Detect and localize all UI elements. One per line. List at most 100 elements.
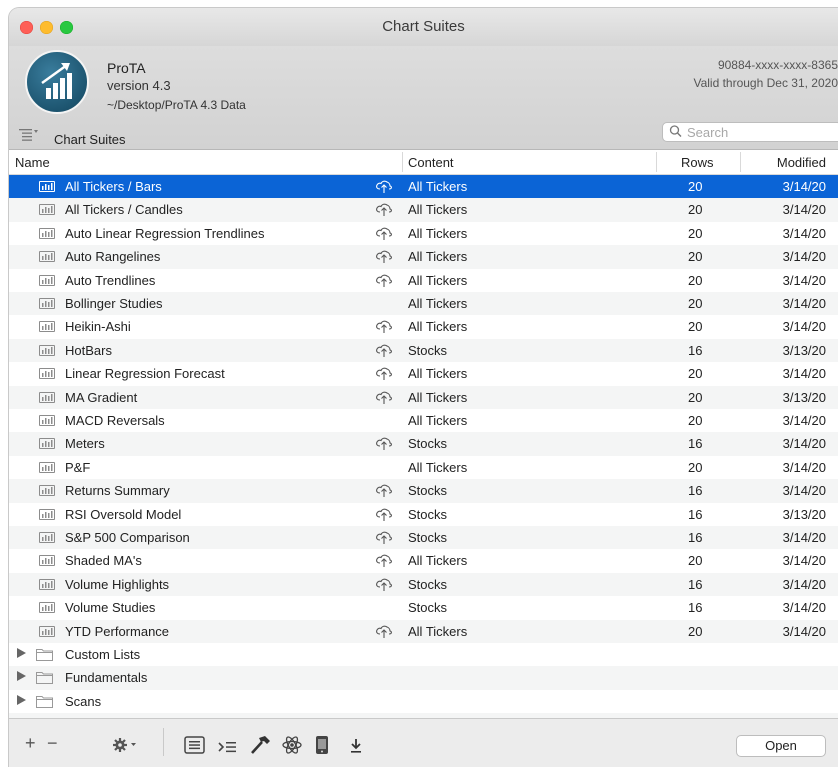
chart-icon (39, 204, 55, 216)
header-panel: ProTA version 4.3 ~/Desktop/ProTA 4.3 Da… (9, 46, 838, 150)
table-row[interactable]: Bollinger Studies All Tickers 20 3/14/20 (9, 292, 838, 316)
folder-name: Scans (65, 693, 102, 709)
table-row[interactable]: MA Gradient All Tickers 20 3/13/20 (9, 385, 838, 409)
chart-icon (39, 485, 55, 497)
table-row[interactable]: Returns Summary Stocks 16 3/14/20 (9, 479, 838, 503)
chart-icon (39, 602, 55, 614)
cloud-upload-icon[interactable] (375, 389, 393, 405)
cloud-upload-icon[interactable] (375, 576, 393, 592)
table-row[interactable]: Volume Studies Stocks 16 3/14/20 (9, 596, 838, 619)
suite-content: All Tickers (408, 553, 468, 569)
chart-icon (39, 251, 55, 263)
remove-button[interactable]: − (47, 733, 58, 754)
column-divider[interactable] (740, 152, 741, 172)
hammer-icon[interactable] (249, 735, 271, 760)
suite-modified: 3/14/20 (782, 553, 826, 569)
table-row[interactable]: P&F All Tickers 20 3/14/20 (9, 456, 838, 479)
cloud-upload-icon[interactable] (375, 506, 393, 522)
suite-content: Stocks (408, 576, 448, 592)
table-row[interactable]: All Tickers / Bars All Tickers 20 3/14/20 (9, 175, 838, 199)
cloud-upload-icon[interactable] (375, 342, 393, 358)
suite-name: Bollinger Studies (65, 296, 163, 311)
table-row[interactable]: MACD Reversals All Tickers 20 3/14/20 (9, 409, 838, 432)
list-icon[interactable] (184, 736, 206, 759)
cloud-upload-icon[interactable] (375, 552, 393, 568)
column-header-rows[interactable]: Rows (681, 155, 714, 170)
table-row[interactable]: All Tickers / Candles All Tickers 20 3/14/2… (9, 198, 838, 222)
table-row[interactable]: S&P 500 Comparison Stocks 16 3/14/20 (9, 526, 838, 550)
cloud-upload-icon[interactable] (375, 623, 393, 639)
cloud-upload-icon[interactable] (375, 272, 393, 288)
disclosure-triangle-icon[interactable] (17, 671, 26, 684)
indent-icon[interactable] (218, 738, 238, 759)
gear-icon[interactable] (112, 737, 138, 758)
table-row[interactable]: Volume Highlights Stocks 16 3/14/20 (9, 572, 838, 597)
disclosure-triangle-icon[interactable] (17, 694, 26, 708)
suite-rows: 20 (688, 413, 703, 428)
folder-row[interactable]: Custom Lists (9, 643, 838, 666)
search-input[interactable] (687, 124, 827, 140)
cloud-upload-icon[interactable] (375, 529, 393, 545)
suite-modified: 3/13/20 (782, 342, 826, 358)
download-icon[interactable] (349, 737, 363, 760)
suite-content: All Tickers (408, 202, 468, 218)
suite-modified: 3/14/20 (782, 623, 826, 639)
suites-table: Name Content Rows Modified All Tickers /… (9, 150, 838, 737)
table-row[interactable]: Meters Stocks 16 3/14/20 (9, 432, 838, 456)
suite-modified: 3/14/20 (782, 413, 826, 428)
list-menu-icon[interactable] (19, 128, 41, 142)
table-row[interactable]: YTD Performance All Tickers 20 3/14/20 (9, 619, 838, 643)
title-bar[interactable]: Chart Suites (9, 8, 838, 46)
table-row[interactable]: RSI Oversold Model Stocks 16 3/13/20 (9, 503, 838, 526)
suite-rows: 20 (688, 553, 703, 569)
column-divider[interactable] (656, 152, 657, 172)
suite-modified: 3/14/20 (782, 600, 826, 616)
column-header-name[interactable]: Name (15, 155, 50, 170)
table-row[interactable]: Auto Linear Regression Trendlines All Tic… (9, 222, 838, 245)
folder-icon (36, 695, 53, 708)
folder-row[interactable]: Scans (9, 690, 838, 713)
table-row[interactable]: Shaded MA's All Tickers 20 3/14/20 (9, 549, 838, 572)
cloud-upload-icon[interactable] (375, 435, 393, 451)
cloud-upload-icon[interactable] (375, 365, 393, 381)
suite-content: Stocks (408, 600, 448, 616)
data-path: ~/Desktop/ProTA 4.3 Data (107, 98, 246, 112)
disclosure-triangle-icon[interactable] (17, 648, 26, 661)
cloud-upload-icon[interactable] (375, 201, 393, 217)
cloud-upload-icon[interactable] (375, 178, 393, 194)
suite-modified: 3/14/20 (782, 319, 826, 335)
folder-name: Fundamentals (65, 670, 148, 686)
suite-name: Returns Summary (65, 483, 170, 499)
cloud-upload-icon[interactable] (375, 248, 393, 264)
suite-name: Volume Studies (65, 600, 156, 616)
table-row[interactable]: HotBars Stocks 16 3/13/20 (9, 338, 838, 363)
chart-icon (39, 578, 55, 590)
open-button[interactable]: Open (736, 735, 826, 757)
chart-icon (39, 274, 55, 286)
table-row[interactable]: Auto Trendlines All Tickers 20 3/14/20 (9, 269, 838, 292)
atom-icon[interactable] (281, 735, 303, 760)
suite-modified: 3/14/20 (782, 296, 826, 311)
cloud-upload-icon[interactable] (375, 318, 393, 334)
table-row[interactable]: Linear Regression Forecast All Tickers 20 3… (9, 362, 838, 385)
table-row[interactable]: Heikin-Ashi All Tickers 20 3/14/20 (9, 315, 838, 338)
suite-rows: 20 (688, 623, 703, 639)
cloud-upload-icon[interactable] (375, 225, 393, 241)
suite-rows: 20 (688, 319, 703, 335)
add-button[interactable]: + (25, 733, 36, 754)
cloud-upload-icon[interactable] (375, 482, 393, 498)
folder-icon (36, 648, 53, 661)
column-header-content[interactable]: Content (408, 155, 454, 170)
phone-icon[interactable] (314, 735, 330, 760)
folder-row[interactable]: Fundamentals (9, 666, 838, 690)
column-divider[interactable] (402, 152, 403, 172)
search-field[interactable] (662, 122, 838, 142)
chart-icon (39, 532, 55, 543)
suite-content: All Tickers (408, 272, 468, 288)
suite-content: All Tickers (408, 389, 468, 405)
table-row[interactable]: Auto Rangelines All Tickers 20 3/14/20 (9, 245, 838, 269)
column-header-modified[interactable]: Modified (777, 155, 826, 170)
chart-icon (39, 555, 55, 567)
chart-arrow-icon (41, 63, 72, 99)
chart-icon (39, 625, 55, 637)
